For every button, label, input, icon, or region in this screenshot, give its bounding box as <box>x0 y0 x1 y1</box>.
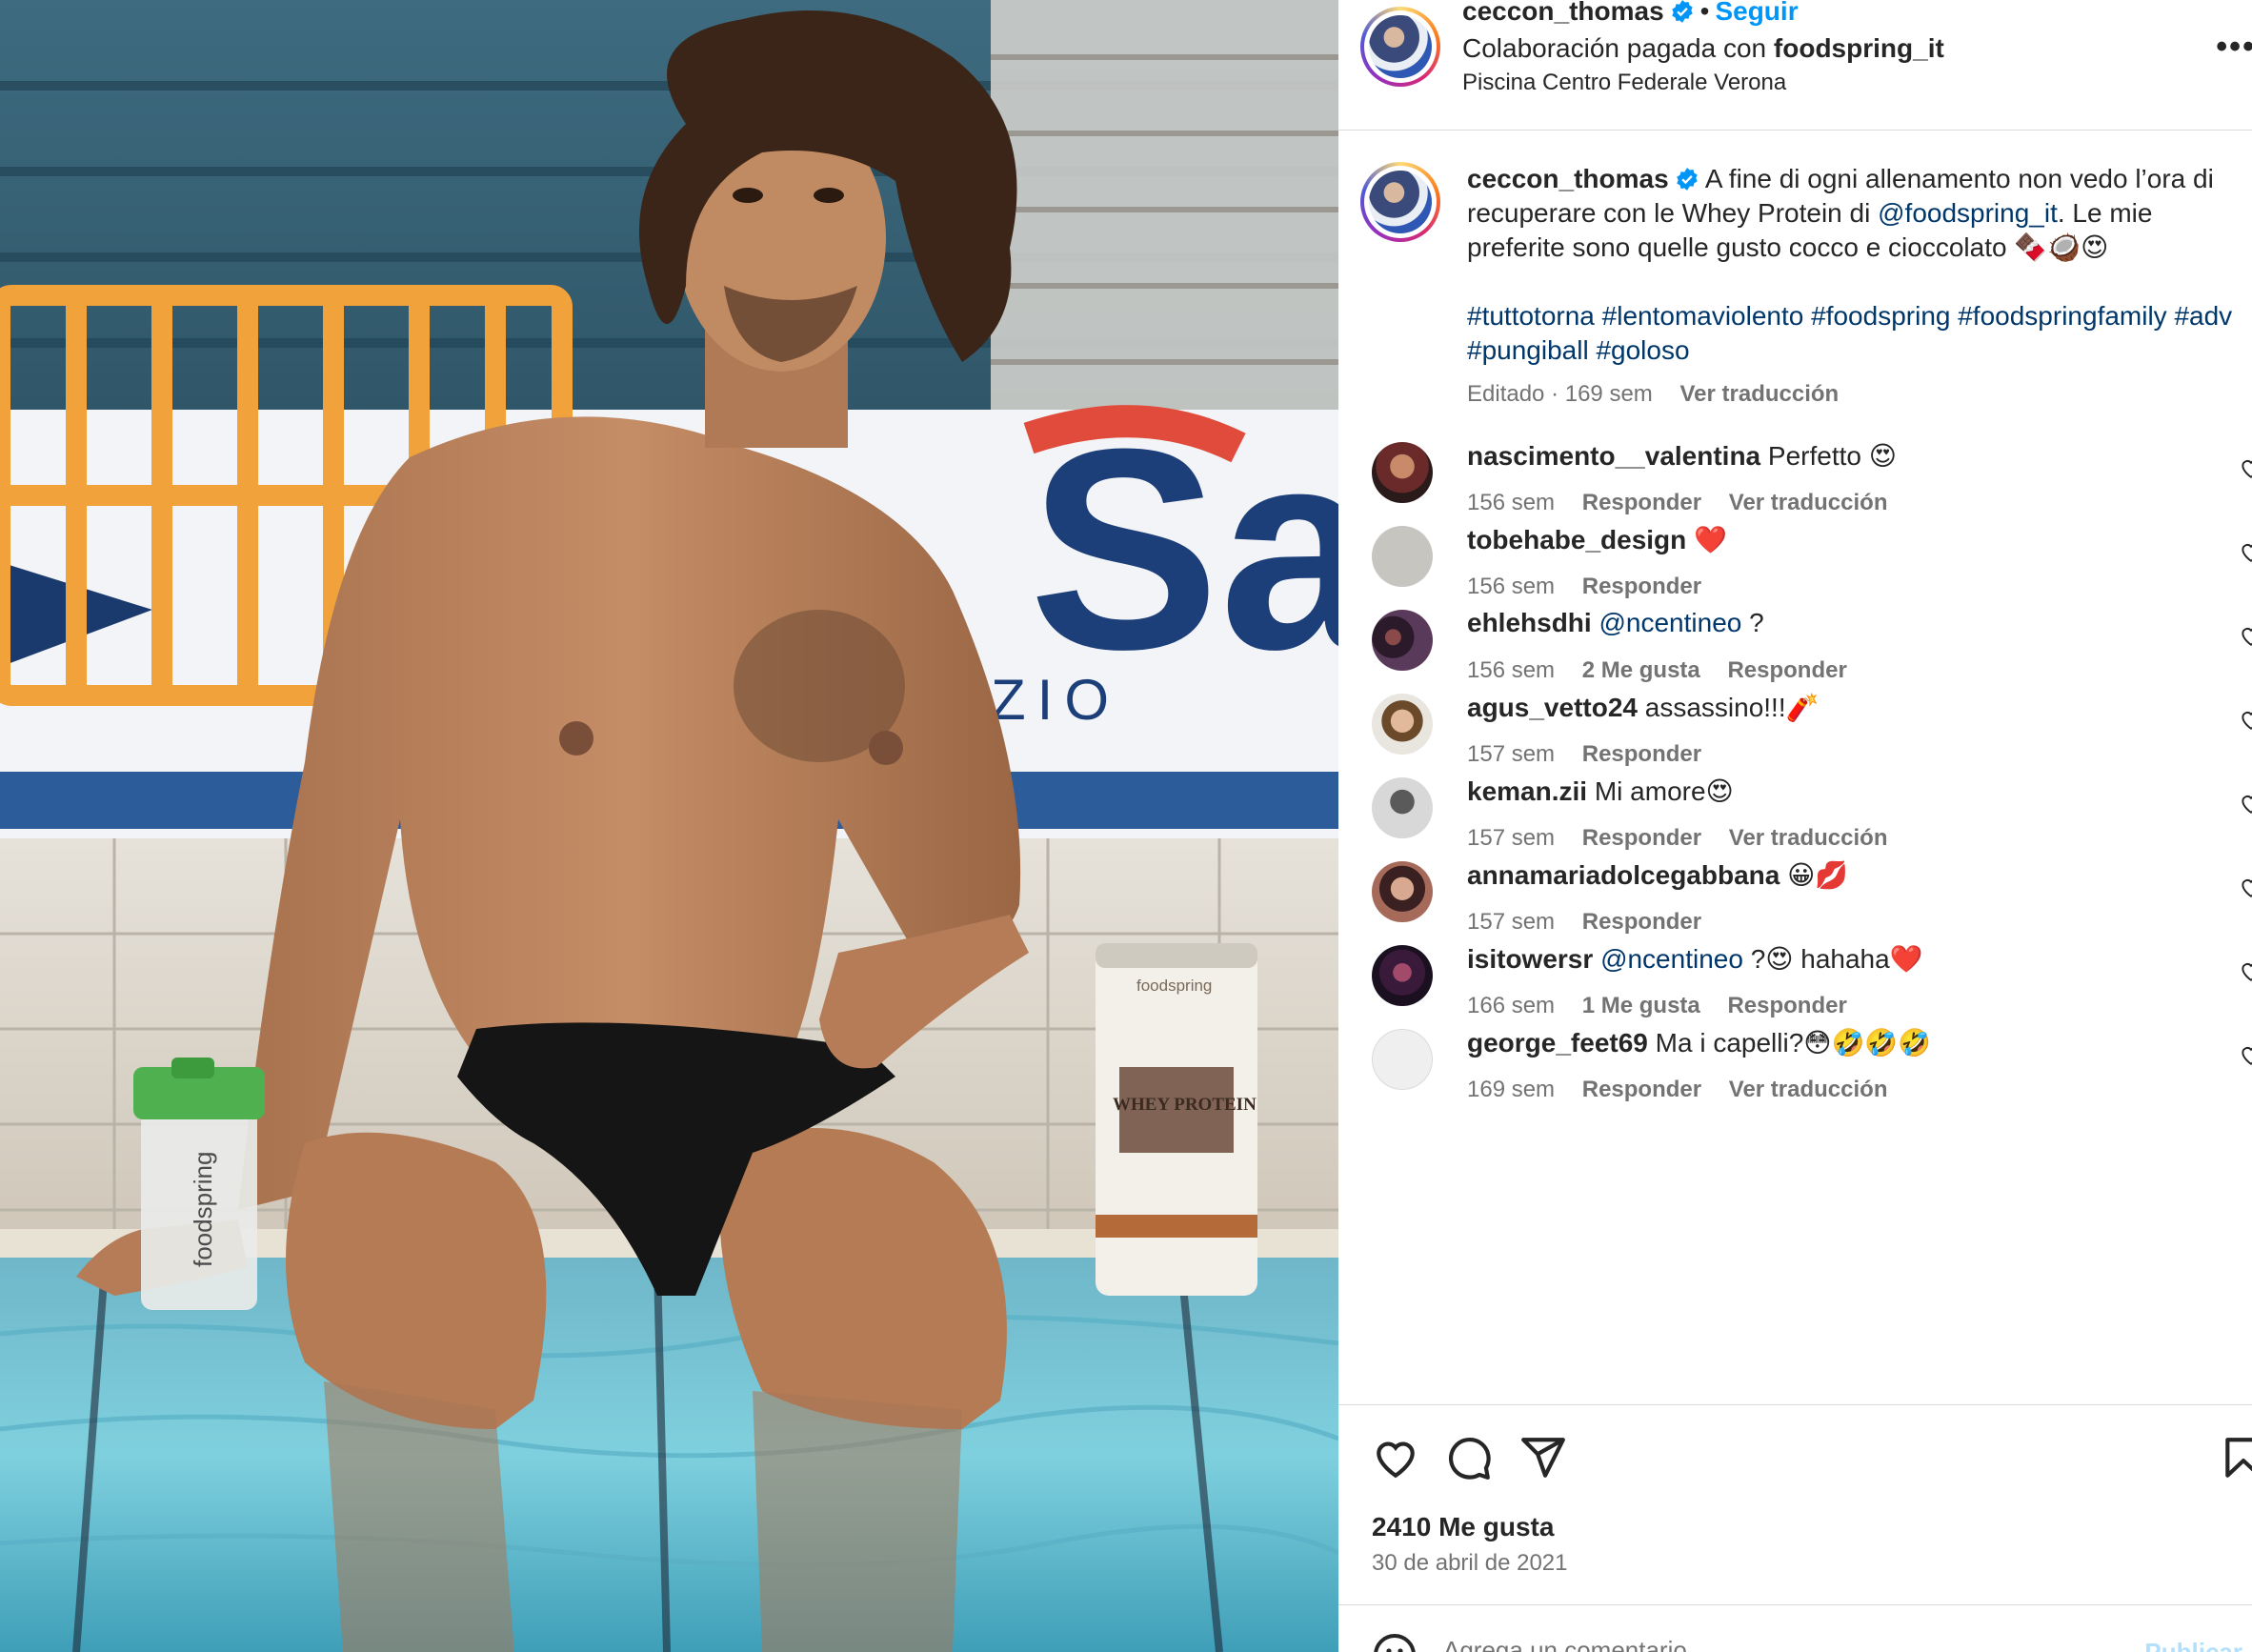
paid-partnership-label: Colaboración pagada con <box>1462 33 1767 63</box>
commenter-avatar[interactable] <box>1372 442 1433 503</box>
commenter-avatar[interactable] <box>1372 861 1433 922</box>
comment-body-extra: hahaha <box>1800 944 1890 974</box>
comment-text: isitowersr @ncentineo ?😍 hahaha❤️ <box>1467 943 1923 975</box>
like-comment-heart-icon[interactable] <box>2239 707 2252 732</box>
like-comment-heart-icon[interactable] <box>2239 539 2252 564</box>
commenter-username[interactable]: agus_vetto24 <box>1467 693 1638 722</box>
tub-brand: foodspring <box>1136 977 1212 995</box>
caption-hashtags[interactable]: #tuttotorna #lentomaviolento #foodspring… <box>1467 299 2248 368</box>
author-username[interactable]: ceccon_thomas <box>1462 0 1664 26</box>
comment-emoji: 😍 <box>1868 441 1897 471</box>
reply-button[interactable]: Responder <box>1582 1077 1701 1102</box>
follow-button[interactable]: Seguir <box>1715 0 1798 26</box>
partner-brand-link[interactable]: foodspring_it <box>1774 33 1944 63</box>
commenter-username[interactable]: george_feet69 <box>1467 1028 1648 1058</box>
comment-time[interactable]: 169 sem <box>1467 1077 1555 1102</box>
comment-text: nascimento__valentina Perfetto 😍 <box>1467 440 1897 472</box>
more-options-button[interactable]: ••• <box>2216 29 2252 66</box>
separator-dot: • <box>1699 0 1710 26</box>
comment-body: assassino!!! <box>1644 693 1786 722</box>
comment-body: Mi amore <box>1594 776 1706 806</box>
commenter-avatar[interactable] <box>1372 945 1433 1006</box>
post-details-panel: ceccon_thomas • Seguir Colaboración pagada… <box>1338 0 2252 1652</box>
verified-badge-icon <box>1671 0 1693 23</box>
comment-body: ? <box>1750 944 1766 974</box>
emoji-smile-icon[interactable] <box>1372 1632 1418 1652</box>
comment-body: Perfetto <box>1767 441 1861 471</box>
comment-mention-link[interactable]: @ncentineo <box>1599 608 1741 637</box>
post-header: ceccon_thomas • Seguir Colaboración pagada… <box>1338 0 2252 131</box>
post-actions: 2410 Me gusta 30 de abril de 2021 <box>1338 1404 2252 1604</box>
like-comment-heart-icon[interactable] <box>2239 623 2252 648</box>
like-heart-icon[interactable] <box>1372 1434 1419 1481</box>
comment-emoji: 🧨 <box>1785 693 1820 722</box>
caption-avatar[interactable] <box>1360 162 1440 242</box>
comment-emoji: ❤️ <box>1694 525 1727 554</box>
like-comment-heart-icon[interactable] <box>2239 791 2252 816</box>
comment-text: ehlehsdhi @ncentineo ? <box>1467 608 1764 638</box>
comment-mention-link[interactable]: @ncentineo <box>1600 944 1743 974</box>
likes-count[interactable]: 2410 Me gusta <box>1372 1512 1554 1542</box>
commenter-avatar[interactable] <box>1372 1029 1433 1090</box>
caption-body: ceccon_thomas A fine di ogni allenamento… <box>1467 162 2248 412</box>
comment-meta: 169 sem Responder Ver traducción <box>1467 1077 1888 1103</box>
caption-mention-link[interactable]: @foodspring_it <box>1878 198 2058 228</box>
header-title-line: ceccon_thomas • Seguir <box>1462 0 1799 27</box>
commenter-avatar[interactable] <box>1372 777 1433 838</box>
author-avatar[interactable] <box>1360 7 1440 87</box>
comment-emoji: 😳🤣🤣🤣 <box>1803 1028 1932 1058</box>
comment-input[interactable] <box>1443 1636 2110 1652</box>
comment-body: Ma i capelli? <box>1655 1028 1804 1058</box>
commenter-avatar[interactable] <box>1372 610 1433 671</box>
commenter-username[interactable]: annamariadolcegabbana <box>1467 860 1779 890</box>
post-date: 30 de abril de 2021 <box>1372 1550 1568 1576</box>
comment-text: keman.zii Mi amore😍 <box>1467 776 1734 807</box>
banner-sub: ZIO <box>991 668 1120 732</box>
caption-translate-link[interactable]: Ver traducción <box>1679 381 1839 407</box>
comment-text: george_feet69 Ma i capelli?😳🤣🤣🤣 <box>1467 1027 1931 1058</box>
add-comment-bar: Publicar <box>1338 1604 2252 1652</box>
commenter-username[interactable]: keman.zii <box>1467 776 1587 806</box>
comment-text: agus_vetto24 assassino!!!🧨 <box>1467 692 1819 723</box>
comment-emoji: 😀💋 <box>1787 860 1849 890</box>
location-link[interactable]: Piscina Centro Federale Verona <box>1462 70 1786 96</box>
comment-text: annamariadolcegabbana 😀💋 <box>1467 859 1848 891</box>
comment-body: ? <box>1749 608 1764 637</box>
translate-link[interactable]: Ver traducción <box>1729 1077 1888 1102</box>
commenter-username[interactable]: ehlehsdhi <box>1467 608 1592 637</box>
publish-button[interactable]: Publicar <box>2144 1638 2242 1652</box>
like-comment-heart-icon[interactable] <box>2239 875 2252 899</box>
caption-time[interactable]: 169 sem <box>1565 381 1653 407</box>
commenter-avatar[interactable] <box>1372 526 1433 587</box>
caption-meta: Editado · 169 sem Ver traducción <box>1467 381 1840 407</box>
commenter-username[interactable]: nascimento__valentina <box>1467 441 1760 471</box>
tub-label: WHEY PROTEIN <box>1113 1095 1257 1115</box>
post-photo[interactable]: Sa ZIO foodspring foodspring WHEY PROTEI… <box>0 0 1338 1652</box>
comment-emoji: 😍 <box>1705 776 1734 806</box>
like-comment-heart-icon[interactable] <box>2239 1042 2252 1067</box>
chocolate-emoji: 🍫🥥😍 <box>2014 232 2109 262</box>
commenter-avatar[interactable] <box>1372 694 1433 755</box>
post-image: Sa ZIO foodspring foodspring WHEY PROTEI… <box>0 0 1338 1652</box>
caption-username[interactable]: ceccon_thomas <box>1467 164 1669 193</box>
like-comment-heart-icon[interactable] <box>2239 455 2252 480</box>
comments-list[interactable]: ceccon_thomas A fine di ogni allenamento… <box>1338 131 2252 1403</box>
comment-emoji: 😍 <box>1765 944 1794 974</box>
comment-item: george_feet69 Ma i capelli?😳🤣🤣🤣 169 sem … <box>1338 1014 2252 1139</box>
edited-label: Editado <box>1467 381 1545 407</box>
comment-text: tobehabe_design ❤️ <box>1467 524 1727 555</box>
commenter-username[interactable]: isitowersr <box>1467 944 1593 974</box>
comment-emoji-extra: ❤️ <box>1889 944 1923 974</box>
share-send-icon[interactable] <box>1519 1434 1567 1481</box>
verified-badge-icon <box>1676 168 1698 191</box>
paid-partnership: Colaboración pagada con foodspring_it <box>1462 33 1944 64</box>
commenter-username[interactable]: tobehabe_design <box>1467 525 1686 554</box>
save-bookmark-icon[interactable] <box>2220 1434 2252 1481</box>
like-comment-heart-icon[interactable] <box>2239 958 2252 983</box>
comment-bubble-icon[interactable] <box>1445 1434 1493 1481</box>
shaker-brand: foodspring <box>189 1152 217 1267</box>
